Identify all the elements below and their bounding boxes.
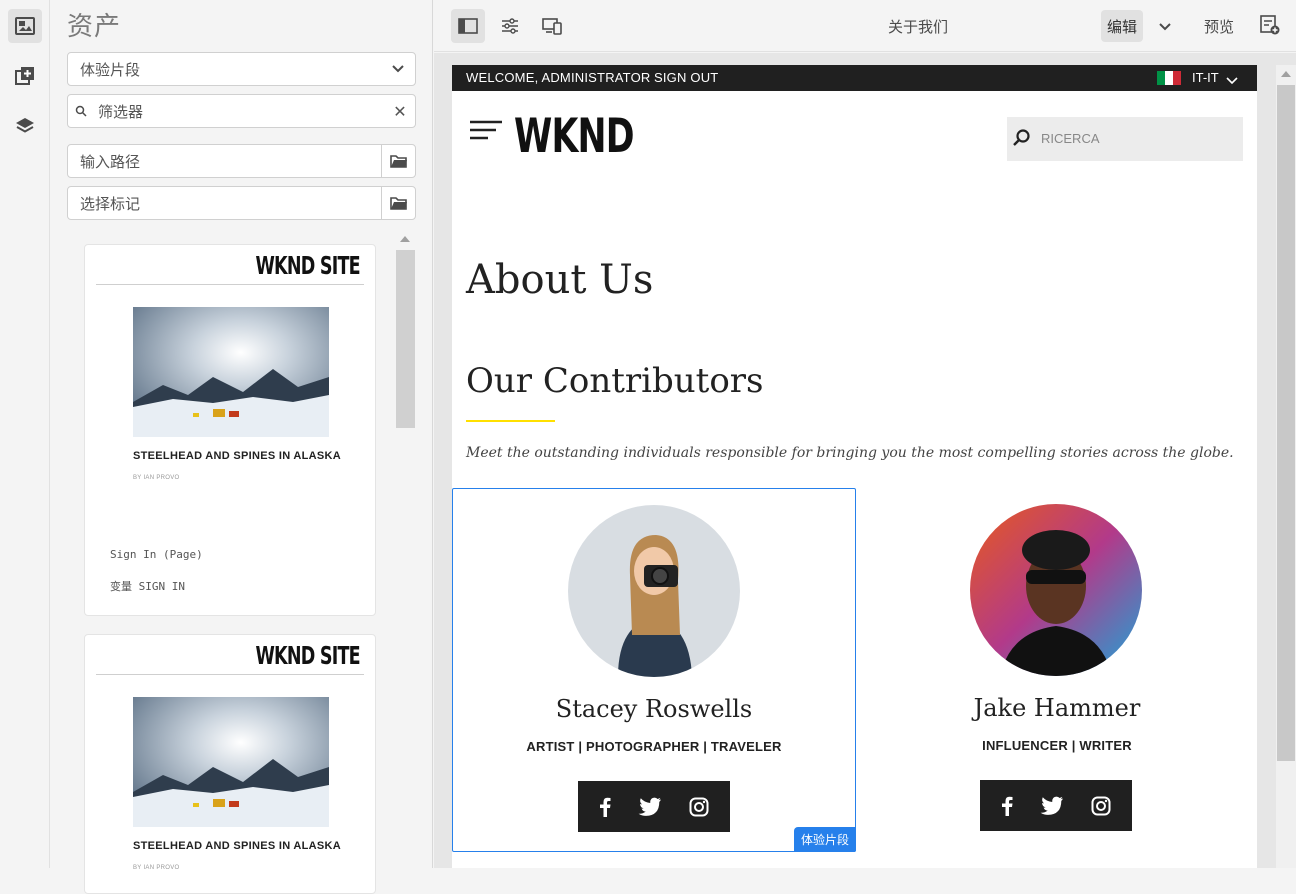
folder-icon[interactable] [381, 145, 415, 177]
asset-type-select[interactable]: 体验片段 [67, 52, 416, 86]
contributor-card-selected[interactable]: Stacey Roswells ARTIST | PHOTOGRAPHER | … [452, 488, 856, 852]
side-rail [0, 0, 50, 868]
publish-page-icon[interactable] [1260, 15, 1280, 40]
components-rail-button[interactable] [8, 59, 42, 93]
card-byline: BY IAN PROVO [133, 865, 180, 871]
folder-icon[interactable] [381, 187, 415, 219]
social-links [980, 780, 1132, 831]
contributor-avatar [970, 504, 1142, 676]
contributor-name: Jake Hammer [973, 694, 1141, 722]
device-icon [542, 18, 562, 35]
scroll-up-icon[interactable] [400, 236, 410, 242]
assets-icon [15, 17, 35, 35]
canvas-scrollbar[interactable] [1276, 65, 1296, 868]
card-byline: BY IAN PROVO [133, 475, 180, 481]
fragment-title: Sign In (Page) [110, 548, 203, 561]
chevron-down-icon[interactable] [1226, 73, 1238, 88]
tags-input[interactable]: 选择标记 [67, 186, 416, 220]
components-icon [15, 67, 34, 85]
contributor-card[interactable]: Jake Hammer INFLUENCER | WRITER [855, 488, 1257, 852]
panel-scrollbar[interactable] [396, 232, 416, 868]
layers-icon [16, 118, 34, 133]
contributor-name: Stacey Roswells [555, 695, 753, 723]
card-headline: STEELHEAD AND SPINES IN ALASKA [133, 840, 342, 852]
search-placeholder: RICERCA [1041, 131, 1100, 146]
mode-chevron-icon[interactable] [1159, 18, 1171, 36]
sliders-icon [502, 18, 518, 34]
path-placeholder: 输入路径 [80, 152, 141, 171]
toggle-side-panel-button[interactable] [451, 9, 485, 43]
page-title: 关于我们 [888, 18, 949, 36]
asset-type-value: 体验片段 [80, 60, 141, 79]
twitter-icon[interactable] [1040, 796, 1064, 816]
emulator-button[interactable] [535, 9, 569, 43]
experience-fragment-badge[interactable]: 体验片段 [793, 827, 856, 852]
heading-underline [466, 420, 555, 422]
intro-text: Meet the outstanding individuals respons… [466, 445, 1234, 461]
welcome-text: WELCOME, ADMINISTRATOR [466, 70, 651, 85]
card-brand: WKND SITE [255, 251, 361, 280]
contributor-role: ARTIST | PHOTOGRAPHER | TRAVELER [526, 739, 782, 754]
side-panel-icon [458, 18, 478, 34]
site-logo[interactable]: WKND [514, 109, 634, 164]
fragment-card[interactable]: WKND SITE STEELHEAD AND SPINES IN ALASKA… [84, 634, 376, 894]
menu-icon[interactable] [470, 120, 502, 149]
instagram-icon[interactable] [1091, 796, 1111, 816]
card-divider [96, 674, 364, 675]
preview-button[interactable]: 预览 [1204, 16, 1234, 37]
edit-mode-button[interactable]: 编辑 [1101, 10, 1143, 42]
section-heading: Our Contributors [466, 361, 764, 401]
editor-toolbar: 关于我们 编辑 预览 [434, 0, 1296, 52]
scroll-up-icon[interactable] [1281, 71, 1291, 77]
filter-input[interactable]: 筛选器 ✕ [67, 94, 416, 128]
mountain-image [133, 697, 329, 827]
card-headline: STEELHEAD AND SPINES IN ALASKA [133, 450, 342, 462]
assets-rail-button[interactable] [8, 9, 42, 43]
chevron-down-icon [381, 65, 415, 73]
facebook-icon[interactable] [599, 797, 611, 817]
scroll-thumb[interactable] [396, 250, 415, 428]
card-brand: WKND SITE [255, 641, 361, 670]
mountain-image [133, 307, 329, 437]
assets-panel: 资产 体验片段 筛选器 ✕ 输入路径 选择标记 WKND SITE STEELH… [51, 0, 433, 894]
twitter-icon[interactable] [638, 797, 662, 817]
language-selector[interactable]: IT-IT [1192, 70, 1219, 85]
editor-canvas: WELCOME, ADMINISTRATOR SIGN OUT IT-IT WK… [434, 53, 1296, 868]
content-tree-rail-button[interactable] [8, 109, 42, 143]
italy-flag-icon [1157, 71, 1181, 85]
site-topbar: WELCOME, ADMINISTRATOR SIGN OUT IT-IT [452, 65, 1257, 91]
page-preview: WELCOME, ADMINISTRATOR SIGN OUT IT-IT WK… [452, 65, 1257, 868]
search-icon [68, 105, 94, 117]
page-heading: About Us [466, 257, 654, 303]
filter-placeholder: 筛选器 [98, 102, 144, 121]
fragment-variation: 变量 SIGN IN [110, 580, 185, 593]
sign-out-link[interactable]: SIGN OUT [654, 70, 718, 85]
facebook-icon[interactable] [1001, 796, 1013, 816]
site-search-input[interactable]: RICERCA [1007, 117, 1243, 161]
search-icon [1013, 129, 1031, 152]
page-properties-button[interactable] [493, 9, 527, 43]
fragment-card[interactable]: WKND SITE STEELHEAD AND SPINES IN ALASKA… [84, 244, 376, 616]
clear-icon[interactable]: ✕ [385, 102, 415, 121]
contributor-role: INFLUENCER | WRITER [982, 738, 1132, 753]
contributor-avatar [568, 505, 740, 677]
scroll-thumb[interactable] [1277, 85, 1295, 761]
card-divider [96, 284, 364, 285]
path-input[interactable]: 输入路径 [67, 144, 416, 178]
tags-placeholder: 选择标记 [80, 194, 141, 213]
instagram-icon[interactable] [689, 797, 709, 817]
panel-title: 资产 [67, 12, 122, 42]
social-links [578, 781, 730, 832]
